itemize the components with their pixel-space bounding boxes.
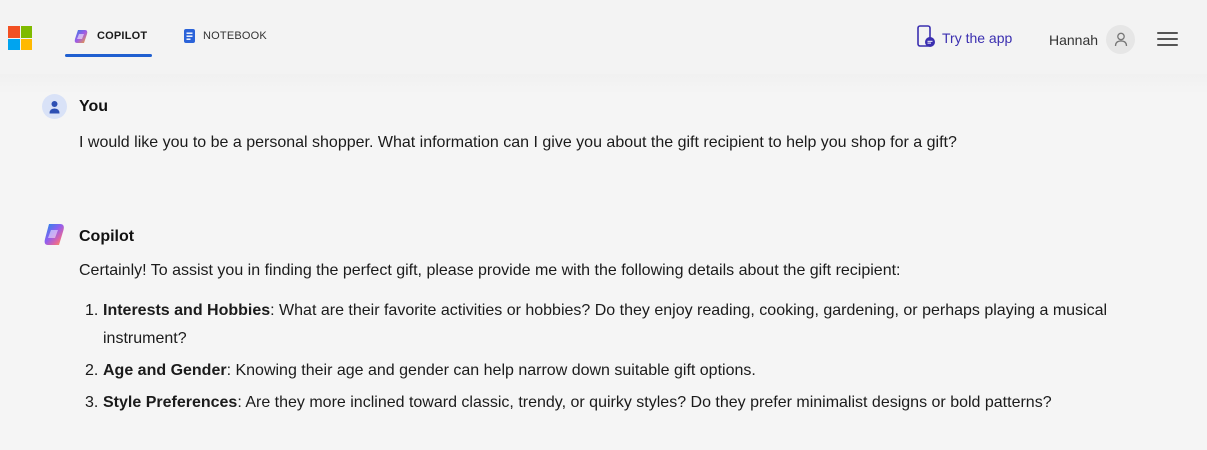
user-account[interactable]: Hannah [1049,25,1136,54]
microsoft-logo-icon[interactable] [8,26,32,50]
list-item-title: Style Preferences [103,394,238,411]
list-item-text: : Are they more inclined toward classic,… [237,394,1052,411]
user-author-label: You [79,97,109,115]
tab-copilot-label: COPILOT [97,30,148,42]
list-item-number: 2. [85,362,99,379]
person-icon [1114,32,1127,47]
try-the-app-label: Try the app [942,30,1013,46]
copilot-message-header: Copilot [42,222,134,252]
copilot-author-label: Copilot [79,228,135,245]
user-message-text: I would like you to be a personal shoppe… [79,134,957,151]
notebook-icon [183,28,196,47]
list-item: 3. Style Preferences: Are they more incl… [79,389,1119,417]
tab-copilot[interactable]: COPILOT [65,28,152,58]
tab-notebook[interactable]: NOTEBOOK [183,28,267,58]
avatar[interactable] [1106,25,1136,54]
list-item-text: : Knowing their age and gender can help … [226,362,756,379]
active-tab-indicator [65,54,152,57]
header-shadow [0,74,1207,94]
user-name: Hannah [1049,31,1099,48]
copilot-details-list: 1. Interests and Hobbies: What are their… [79,297,1119,421]
tab-notebook-label: NOTEBOOK [203,30,267,42]
copilot-logo-icon [42,222,67,252]
list-item-number: 3. [85,394,99,411]
list-item-title: Age and Gender [103,362,227,379]
list-item: 1. Interests and Hobbies: What are their… [79,297,1119,353]
user-message-header: You [42,94,108,119]
copilot-intro-text: Certainly! To assist you in finding the … [79,262,901,279]
hamburger-menu-icon[interactable] [1157,30,1179,48]
phone-app-icon [916,24,936,52]
top-bar: COPILOT NOTEBOOK Try the app Hannah [0,0,1207,78]
user-avatar-icon [42,94,67,119]
try-the-app-link[interactable]: Try the app [916,24,1013,52]
list-item: 2. Age and Gender: Knowing their age and… [79,357,1119,385]
list-item-number: 1. [85,302,99,319]
list-item-title: Interests and Hobbies [103,302,271,319]
copilot-tab-icon [73,28,90,48]
